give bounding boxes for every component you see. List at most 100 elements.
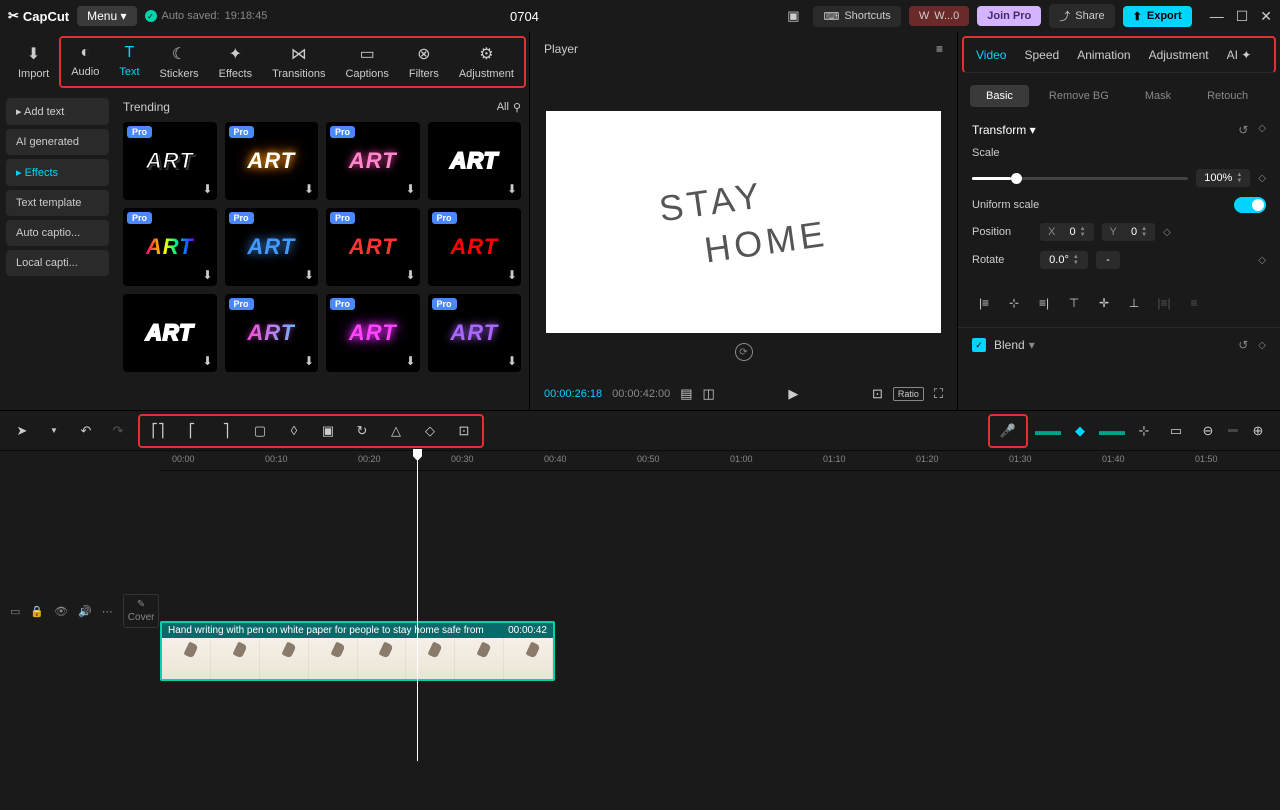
shortcuts-button[interactable]: ⌨ Shortcuts (813, 6, 900, 27)
filter-button[interactable]: All ⚲ (497, 101, 521, 114)
download-icon[interactable]: ⬇ (405, 268, 415, 282)
reset-icon[interactable]: ↺ (1238, 338, 1248, 352)
player-viewport[interactable]: STAY HOME ⟳ (530, 66, 957, 378)
mic-icon[interactable]: 🎤 (996, 419, 1020, 443)
download-icon[interactable]: ⬇ (507, 354, 517, 368)
effect-card[interactable]: ProART⬇ (326, 208, 420, 286)
zoom-slider[interactable] (1228, 429, 1238, 432)
download-icon[interactable]: ⬇ (507, 268, 517, 282)
quality-icon[interactable]: ▤ (680, 386, 692, 402)
aspect-icon[interactable]: ▣ (781, 4, 805, 28)
fullscreen-icon[interactable]: ⛶ (934, 386, 943, 402)
download-icon[interactable]: ⬇ (405, 354, 415, 368)
keyframe-icon[interactable]: ◇ (1258, 255, 1266, 266)
scale-slider[interactable] (972, 177, 1188, 180)
blend-section[interactable]: ✓ Blend ▾ ↺ ◇ (958, 327, 1280, 362)
download-icon[interactable]: ⬇ (405, 182, 415, 196)
cover-button[interactable]: ✎Cover (123, 594, 160, 628)
link-tool[interactable]: ◆ (1068, 419, 1092, 443)
align-center-h-icon[interactable]: ⊹ (1002, 291, 1026, 315)
nav-auto-captions[interactable]: Auto captio... (6, 220, 109, 246)
align-left-icon[interactable]: |≡ (972, 291, 996, 315)
nav-local-captions[interactable]: Local capti... (6, 250, 109, 276)
player-menu-icon[interactable]: ≡ (936, 42, 943, 56)
magnet-tool[interactable]: ▬▬ (1036, 419, 1060, 443)
effect-card[interactable]: ProART⬇ (428, 294, 522, 372)
tab-captions[interactable]: ▭Captions (335, 38, 398, 86)
track-add-icon[interactable]: ▭ (10, 605, 20, 618)
snap-tool[interactable]: ▬▬ (1100, 419, 1124, 443)
ratio-button[interactable]: Ratio (893, 387, 924, 401)
zoom-out-icon[interactable]: ⊖ (1196, 419, 1220, 443)
nav-effects[interactable]: ▸ Effects (6, 159, 109, 186)
timeline-tracks[interactable]: ▭ 🔒 👁 🔊 ⋯ ✎Cover Hand writing with pen o… (0, 471, 1280, 751)
tab-text[interactable]: TText (109, 38, 149, 86)
subtab-retouch[interactable]: Retouch (1191, 85, 1264, 107)
align-top-icon[interactable]: ⊤ (1062, 291, 1086, 315)
maximize-button[interactable]: ☐ (1236, 8, 1249, 25)
join-pro-button[interactable]: Join Pro (977, 6, 1041, 26)
export-button[interactable]: ⬆ Export (1123, 6, 1192, 27)
menu-button[interactable]: Menu ▾ (77, 6, 136, 26)
minimize-button[interactable]: — (1210, 8, 1224, 25)
track-mute-icon[interactable]: 🔊 (78, 605, 92, 618)
duplicate-tool[interactable]: ▣ (316, 419, 340, 443)
undo-button[interactable]: ↶ (74, 419, 98, 443)
align-right-icon[interactable]: ≡| (1032, 291, 1056, 315)
split-tool[interactable]: ⎡⎤ (146, 419, 170, 443)
effect-card[interactable]: ProART⬇ (225, 122, 319, 200)
crop-tool[interactable]: ⊡ (452, 419, 476, 443)
trim-left-tool[interactable]: ⎡ (180, 419, 204, 443)
effect-card[interactable]: ART⬇ (123, 294, 217, 372)
effect-card[interactable]: ProART⬇ (225, 208, 319, 286)
pos-y-input[interactable]: Y 0▲▼ (1102, 223, 1156, 241)
scale-value[interactable]: 100%▲▼ (1196, 169, 1250, 187)
preview-cut-tool[interactable]: ⊹ (1132, 419, 1156, 443)
marker-tool[interactable]: ◊ (282, 419, 306, 443)
effect-card[interactable]: ProART⬇ (326, 294, 420, 372)
pointer-tool[interactable]: ➤ (10, 419, 34, 443)
play-button[interactable]: ▶ (788, 386, 798, 402)
tab-animation[interactable]: Animation (1077, 48, 1130, 62)
timeline-ruler[interactable]: 00:00 00:10 00:20 00:30 00:40 00:50 01:0… (160, 451, 1280, 471)
effect-card[interactable]: ART⬇ (428, 122, 522, 200)
tab-video[interactable]: Video (976, 48, 1006, 62)
track-lock-icon[interactable]: 🔒 (30, 605, 44, 618)
playhead[interactable] (417, 451, 418, 761)
mirror-tool[interactable]: △ (384, 419, 408, 443)
keyframe-icon[interactable]: ◇ (1258, 340, 1266, 351)
scale-icon[interactable]: ⊡ (872, 386, 883, 402)
blend-checkbox[interactable]: ✓ (972, 338, 986, 352)
compare-icon[interactable]: ◫ (703, 386, 715, 402)
effect-card[interactable]: ProART⬇ (428, 208, 522, 286)
keyframe-icon[interactable]: ◇ (1163, 227, 1171, 238)
rotate-dial[interactable]: - (1096, 251, 1120, 269)
download-icon[interactable]: ⬇ (304, 354, 314, 368)
subtab-mask[interactable]: Mask (1129, 85, 1187, 107)
zoom-in-icon[interactable]: ⊕ (1246, 419, 1270, 443)
download-icon[interactable]: ⬇ (202, 182, 212, 196)
track-more-icon[interactable]: ⋯ (102, 605, 113, 618)
tab-transitions[interactable]: ⋈Transitions (262, 38, 335, 86)
track-tool[interactable]: ▭ (1164, 419, 1188, 443)
tab-filters[interactable]: ⊗Filters (399, 38, 449, 86)
nav-text-template[interactable]: Text template (6, 190, 109, 216)
align-center-v-icon[interactable]: ✛ (1092, 291, 1116, 315)
effect-card[interactable]: ProART⬇ (123, 208, 217, 286)
download-icon[interactable]: ⬇ (507, 182, 517, 196)
keyframe-icon[interactable]: ◇ (1258, 123, 1266, 137)
track-visibility-icon[interactable]: 👁 (54, 605, 68, 618)
align-bottom-icon[interactable]: ⊥ (1122, 291, 1146, 315)
tab-import[interactable]: ⬇Import (8, 38, 59, 86)
video-clip[interactable]: Hand writing with pen on white paper for… (160, 621, 555, 681)
effect-card[interactable]: ProART⬇ (225, 294, 319, 372)
tab-adjustment[interactable]: ⚙Adjustment (449, 38, 524, 86)
download-icon[interactable]: ⬇ (202, 354, 212, 368)
subtab-remove-bg[interactable]: Remove BG (1033, 85, 1125, 107)
share-button[interactable]: ⤴ Share (1049, 4, 1114, 28)
rotate-input[interactable]: 0.0°▲▼ (1040, 251, 1088, 269)
tab-effects[interactable]: ✦Effects (209, 38, 262, 86)
download-icon[interactable]: ⬇ (304, 268, 314, 282)
pointer-dropdown[interactable]: ▼ (42, 419, 66, 443)
reverse-tool[interactable]: ↻ (350, 419, 374, 443)
